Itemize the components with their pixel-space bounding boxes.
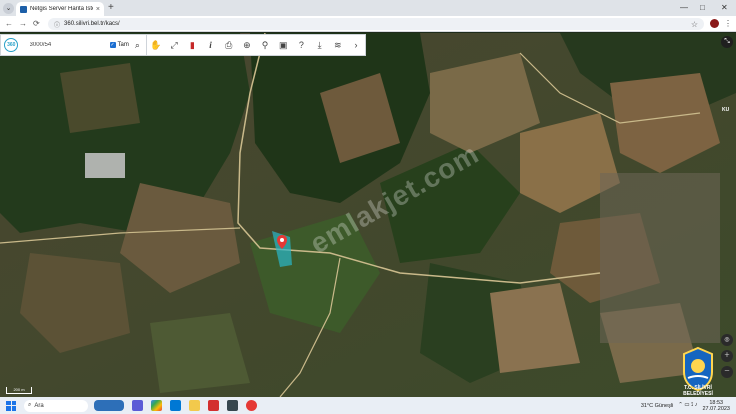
news-widget-icon[interactable] (94, 400, 124, 411)
locate-icon[interactable]: ◎ (721, 334, 733, 346)
print-icon[interactable]: ⎙ (220, 34, 238, 56)
tab-search-button[interactable]: ⌄ (3, 3, 14, 14)
store-app-icon[interactable] (227, 400, 238, 411)
bookmark-star-icon[interactable]: ☆ (691, 20, 698, 29)
tam-label: Tam (117, 42, 129, 48)
crest-caption: T.C. SİLİVRİ BELEDİYESİ (683, 385, 713, 397)
clock[interactable]: 18:53 27.07.2023 (702, 400, 730, 412)
location-icon[interactable]: ⚲ (256, 34, 274, 56)
close-window-button[interactable]: ✕ (721, 2, 728, 14)
system-tray: 31°C Güneşli ⌃ ▭ ⟟ ♪ 18:53 27.07.2023 (641, 397, 736, 414)
back-button[interactable]: ← (5, 18, 13, 30)
pan-tool-icon[interactable]: ✋ (147, 34, 165, 56)
navigation-bar: ← → ⟳ ⓘ 360.silivri.bel.tr/kacs/ ☆ ⋮ (0, 16, 736, 32)
os-taskbar: ⌕ Ara 31°C Güneşli ⌃ ▭ ⟟ ♪ 18:53 27.07.2… (0, 397, 736, 414)
url-text[interactable]: 360.silivri.bel.tr/kacs/ (64, 21, 691, 27)
checkbox-checked-icon: ✓ (109, 42, 116, 48)
profile-avatar[interactable] (710, 19, 719, 28)
zoom-in-icon[interactable]: ＋ (721, 350, 733, 362)
logo-360-icon: 360 (4, 38, 19, 52)
tab-close-icon[interactable]: × (96, 6, 100, 13)
forward-button[interactable]: → (19, 18, 27, 30)
file-explorer-icon[interactable] (189, 400, 200, 411)
place-label: KU (722, 107, 730, 113)
search-icon: ⌕ (28, 402, 32, 408)
tab-bar: ⌄ Netgis Server Harita İstemcisi × + — □… (0, 0, 736, 16)
info-icon[interactable]: i (201, 34, 219, 56)
youtube-app-icon[interactable] (208, 400, 219, 411)
new-tab-button[interactable]: + (108, 2, 114, 14)
map-toolbar: 360 ✓ Tam ⌕ ✋ ⤢ ▮ i ⎙ ⊕ ⚲ ▣ ? ⤓ ≋ › (0, 34, 366, 56)
maximize-button[interactable]: □ (700, 2, 705, 14)
full-extent-icon[interactable]: ⤢ (165, 34, 183, 56)
search-icon[interactable]: ⌕ (135, 40, 140, 51)
start-button[interactable] (6, 400, 16, 411)
location-marker-icon[interactable] (277, 235, 287, 249)
weather-widget[interactable]: 31°C Güneşli (641, 403, 673, 409)
minimize-button[interactable]: — (680, 2, 688, 14)
help-icon[interactable]: ? (292, 34, 310, 56)
measure-icon[interactable]: ⊕ (238, 34, 256, 56)
edge-app-icon[interactable] (170, 400, 181, 411)
address-bar[interactable]: ⓘ 360.silivri.bel.tr/kacs/ ☆ (48, 18, 704, 30)
logo-button[interactable]: 360 (1, 34, 22, 56)
zoom-out-icon[interactable]: － (721, 366, 733, 378)
browser-tab[interactable]: Netgis Server Harita İstemcisi × (16, 2, 104, 16)
tam-checkbox[interactable]: ✓ Tam (109, 42, 129, 48)
taskbar-search[interactable]: ⌕ Ara (24, 399, 88, 412)
delete-icon[interactable]: ▮ (183, 34, 201, 56)
next-icon[interactable]: › (347, 34, 365, 56)
site-info-icon[interactable]: ⓘ (54, 20, 60, 29)
chrome-active-icon[interactable] (246, 400, 257, 411)
download-icon[interactable]: ⤓ (311, 34, 329, 56)
tab-title: Netgis Server Harita İstemcisi (30, 6, 93, 12)
satellite-map[interactable]: emlakjet.com (0, 33, 736, 397)
browser-menu-icon[interactable]: ⋮ (724, 18, 732, 30)
layers-icon[interactable]: ≋ (329, 34, 347, 56)
taskbar-search-label: Ara (34, 402, 44, 409)
task-view-icon[interactable] (132, 400, 143, 411)
parcel-search-input[interactable] (27, 38, 108, 52)
map-scale-bar: 200 m (6, 387, 32, 394)
tray-icons[interactable]: ⌃ ▭ ⟟ ♪ (678, 402, 697, 409)
expand-icon[interactable]: ⤡ (721, 36, 733, 48)
favicon-icon (20, 5, 27, 13)
image-icon[interactable]: ▣ (274, 34, 292, 56)
clock-date: 27.07.2023 (702, 405, 730, 412)
chrome-app-icon[interactable] (151, 400, 162, 411)
reload-button[interactable]: ⟳ (33, 18, 40, 30)
